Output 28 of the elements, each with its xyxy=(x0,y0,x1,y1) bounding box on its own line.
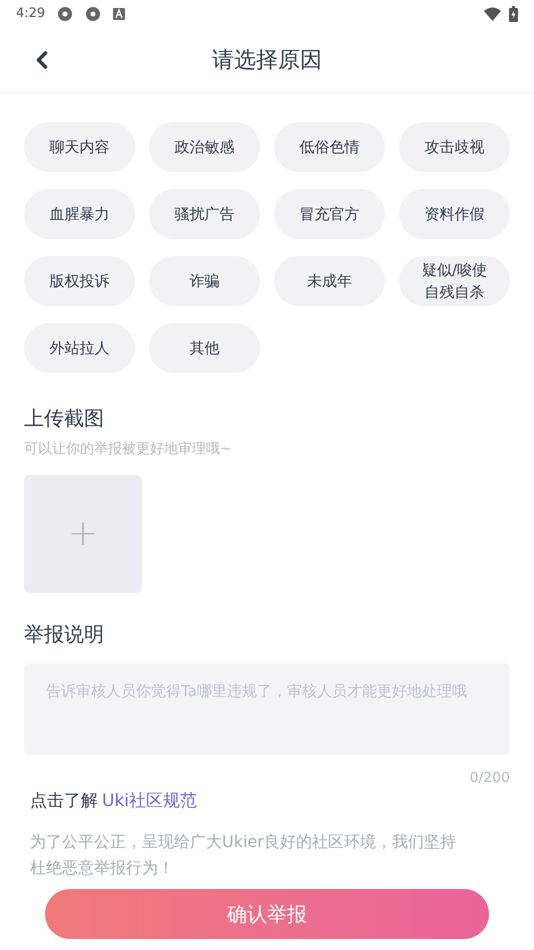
reason-chip[interactable]: 冒充官方 xyxy=(274,189,385,239)
keyboard-notification-icon xyxy=(113,8,126,20)
reason-chip[interactable]: 未成年 xyxy=(274,256,385,306)
reason-chip[interactable]: 资料作假 xyxy=(399,189,510,239)
reason-chip[interactable]: 版权投诉 xyxy=(24,256,135,306)
notice-text: 为了公平公正，呈现给广大Ukier良好的社区环境，我们坚持杜绝恶意举报行为！ xyxy=(30,830,457,878)
wifi-icon xyxy=(484,7,501,21)
upload-hint: 可以让你的举报被更好地审理哦~ xyxy=(24,440,233,459)
app-notification-icon xyxy=(85,6,102,22)
page-title: 请选择原因 xyxy=(212,46,322,74)
battery-icon xyxy=(509,6,518,22)
status-time: 4:29 xyxy=(16,5,46,24)
reason-chip[interactable]: 骚扰广告 xyxy=(149,189,260,239)
reason-chip[interactable]: 血腥暴力 xyxy=(24,189,135,239)
section-title: 举报说明 xyxy=(24,621,104,648)
char-counter: 0/200 xyxy=(470,769,510,788)
section-title: 上传截图 xyxy=(24,405,104,432)
reason-chip[interactable]: 诈骗 xyxy=(149,256,260,306)
reason-chip[interactable]: 其他 xyxy=(149,323,260,373)
reason-chip[interactable]: 低俗色情 xyxy=(274,122,385,172)
guideline-prompt: 点击了解 xyxy=(30,790,98,813)
guideline-link[interactable]: Uki社区规范 xyxy=(102,789,198,814)
reason-chip[interactable]: 聊天内容 xyxy=(24,122,135,172)
app-notification-icon xyxy=(57,6,74,22)
reason-chip[interactable]: 攻击歧视 xyxy=(399,122,510,172)
reason-chip[interactable]: 政治敏感 xyxy=(149,122,260,172)
reason-chip[interactable]: 疑似/唆使自残自杀 xyxy=(399,256,510,306)
reason-chip[interactable]: 外站拉人 xyxy=(24,323,135,373)
